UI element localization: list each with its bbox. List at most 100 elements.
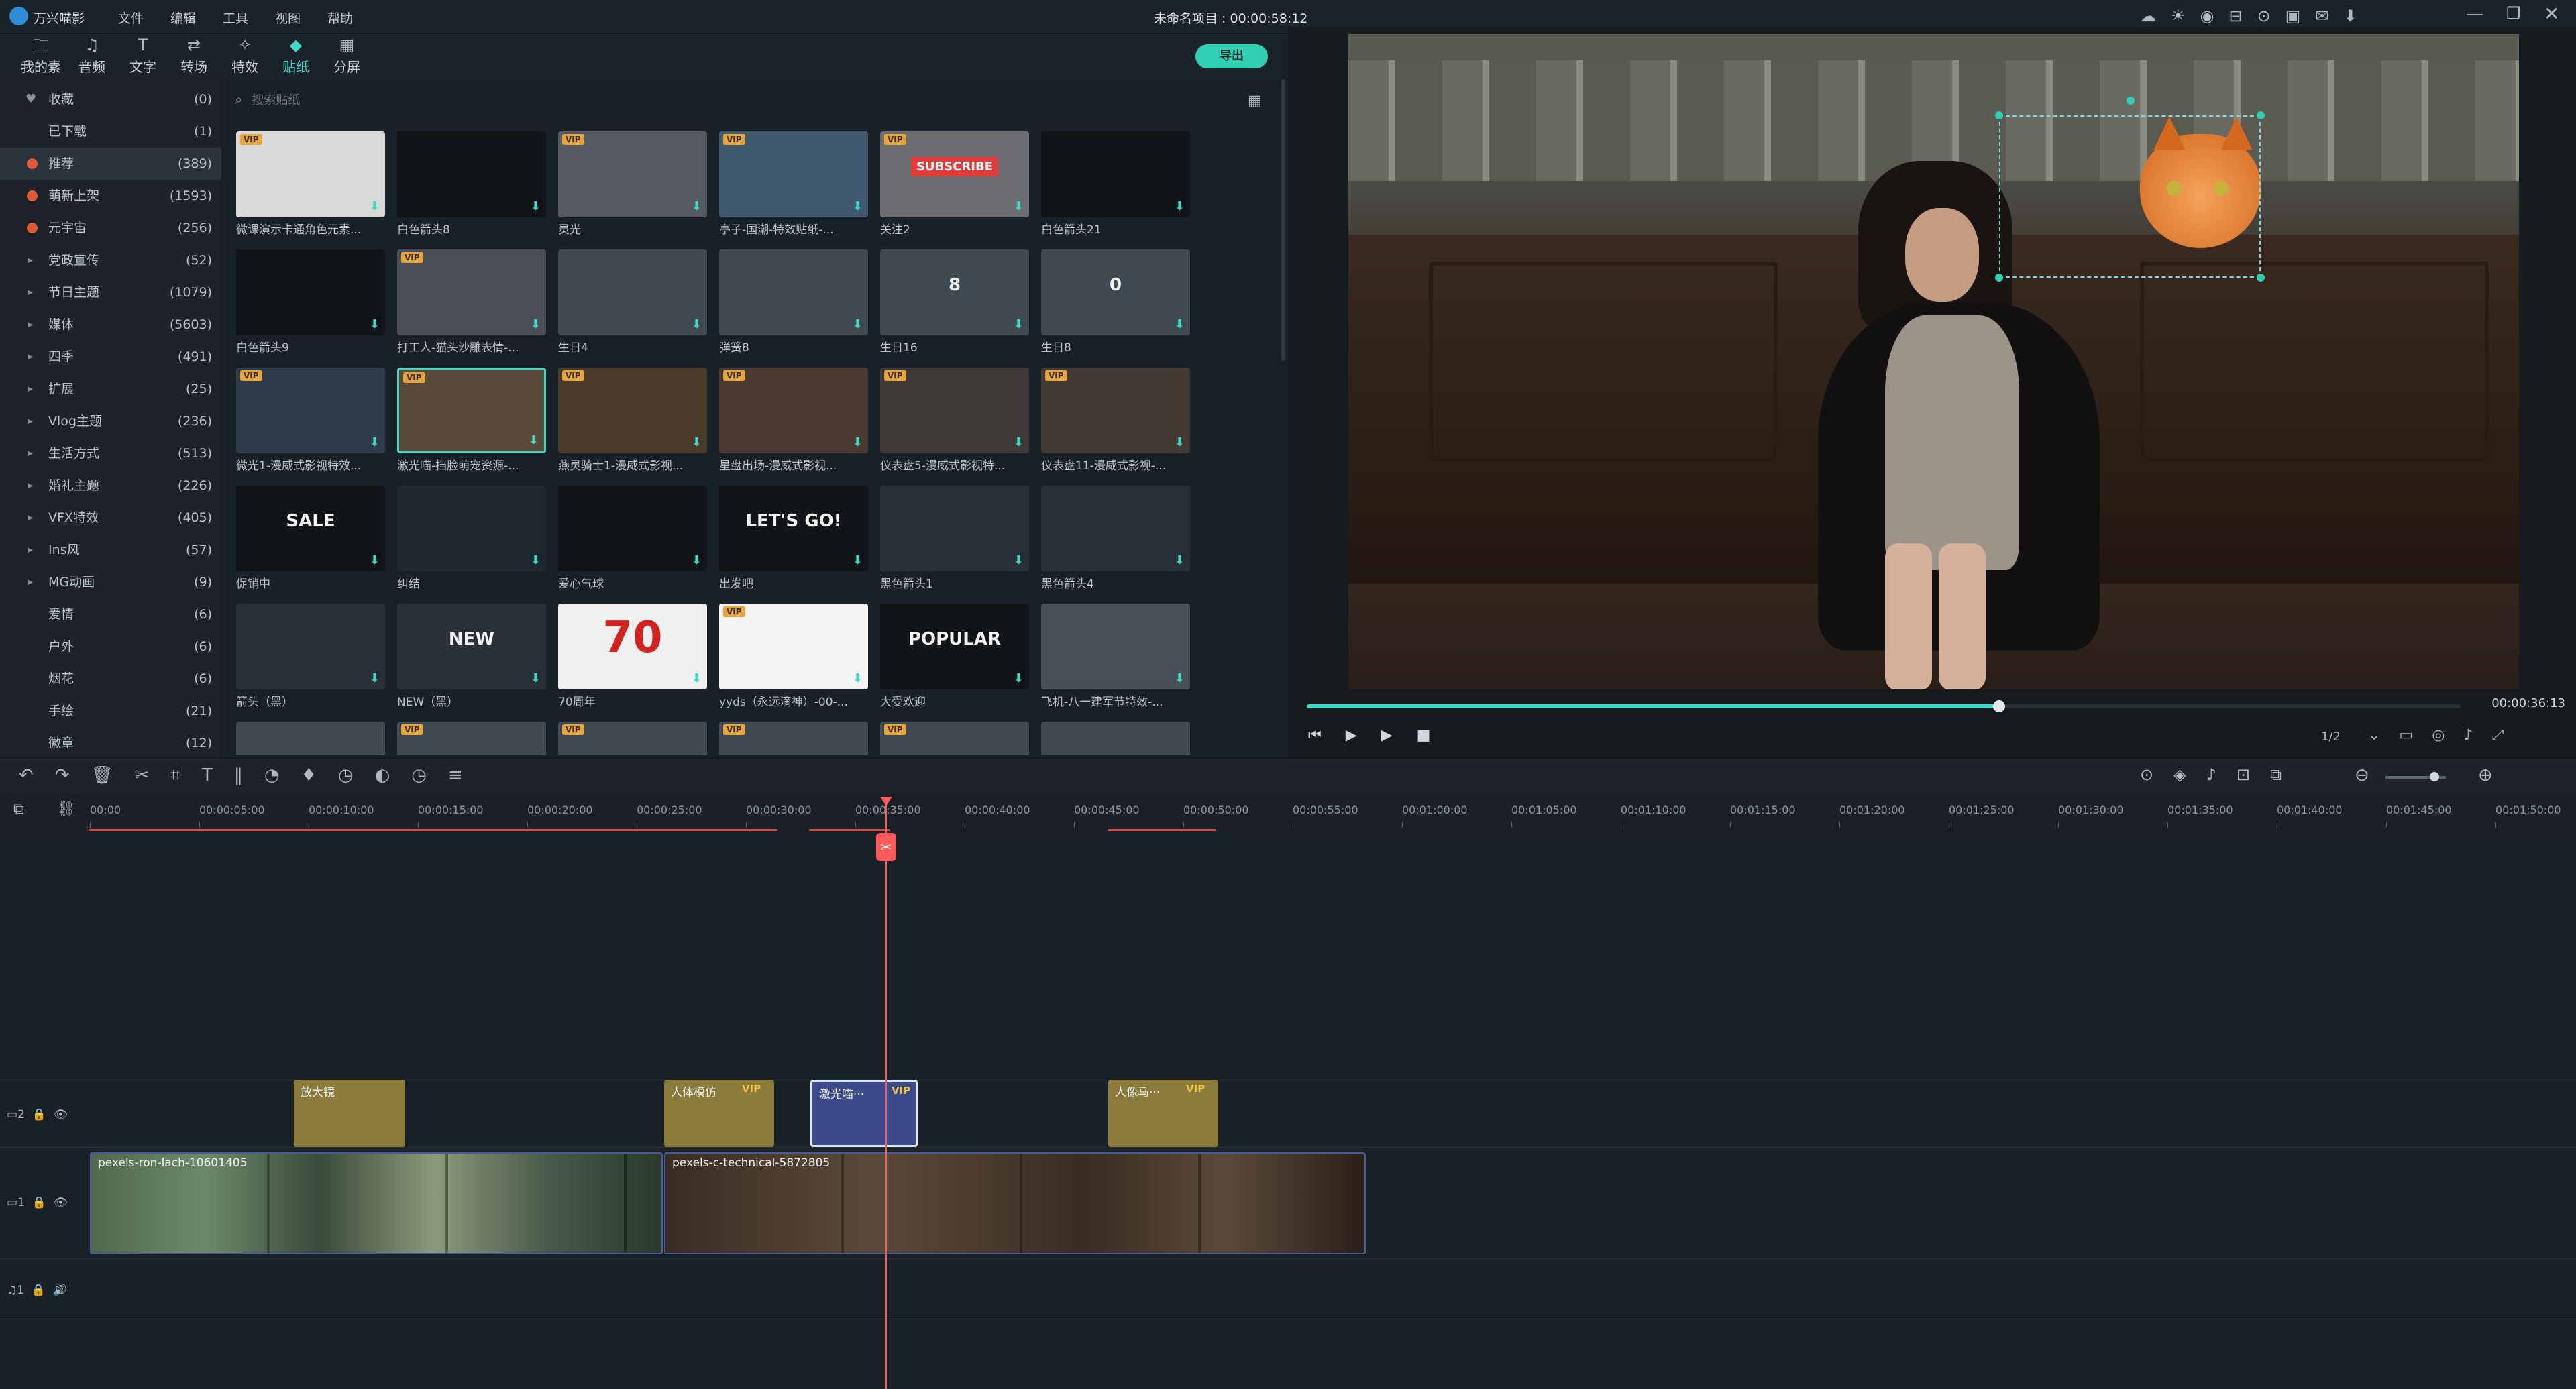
- category-item[interactable]: ▸ 扩展 (25): [0, 373, 221, 405]
- sticker-tile[interactable]: VIP⬇: [558, 131, 707, 217]
- download-icon[interactable]: ⬇: [370, 553, 380, 567]
- category-item[interactable]: 萌新上架 (1593): [0, 180, 221, 212]
- sticker-tile[interactable]: SUBSCRIBE VIP ⬇: [880, 131, 1029, 217]
- resize-handle[interactable]: [1995, 111, 2003, 119]
- sticker-tile[interactable]: VIP⬇: [1041, 368, 1190, 453]
- sticker-clip[interactable]: 放大镜: [294, 1080, 405, 1147]
- tab-folder[interactable]: 🗀我的素材: [15, 34, 67, 95]
- download-icon[interactable]: ⬇: [853, 435, 863, 449]
- download-icon[interactable]: ⬇: [1014, 435, 1024, 449]
- download-icon[interactable]: ⬇: [692, 553, 702, 567]
- category-item[interactable]: ▸ 四季 (491): [0, 341, 221, 373]
- sticker-tile[interactable]: VIP⬇: [397, 722, 546, 755]
- download-icon[interactable]: ⬇: [370, 199, 380, 213]
- resize-handle[interactable]: [2257, 111, 2265, 119]
- download-icon[interactable]: ⬇: [1175, 199, 1185, 213]
- sticker-tile[interactable]: ⬇: [1041, 722, 1190, 755]
- sticker-tile[interactable]: VIP⬇: [880, 722, 1029, 755]
- category-item[interactable]: ▸ 婚礼主题 (226): [0, 469, 221, 502]
- menu-item[interactable]: 帮助: [327, 9, 353, 27]
- sticker-tile[interactable]: ⬇: [236, 722, 385, 755]
- grid-view-icon[interactable]: ▦: [1248, 93, 1262, 109]
- sticker-tile[interactable]: ⬇: [719, 249, 868, 335]
- view-buttons[interactable]: ⌄▭◎♪⤢: [2368, 727, 2522, 744]
- sticker-tile[interactable]: VIP⬇: [558, 368, 707, 453]
- expand-arrow-icon[interactable]: ▸: [28, 373, 33, 405]
- sticker-tile[interactable]: POPULAR ⬇: [880, 604, 1029, 689]
- sticker-tile[interactable]: 8 ⬇: [880, 249, 1029, 335]
- sticker-tile[interactable]: VIP⬇: [719, 368, 868, 453]
- expand-arrow-icon[interactable]: ▸: [28, 309, 33, 341]
- download-icon[interactable]: ⬇: [370, 671, 380, 685]
- video-clip[interactable]: pexels-ron-lach-10601405: [90, 1152, 663, 1254]
- sticker-tile[interactable]: 70 ⬇: [558, 604, 707, 689]
- category-item[interactable]: ▸ VFX特效 (405): [0, 502, 221, 534]
- playhead[interactable]: [885, 798, 887, 1389]
- sticker-tile[interactable]: ⬇: [1041, 131, 1190, 217]
- category-item[interactable]: ♥ 收藏 (0): [0, 83, 221, 115]
- download-icon[interactable]: ⬇: [853, 317, 863, 331]
- expand-arrow-icon[interactable]: ▸: [28, 276, 33, 309]
- zoom-out-icon[interactable]: ⊖: [2355, 765, 2369, 785]
- sticker-tile[interactable]: 0 ⬇: [1041, 249, 1190, 335]
- sticker-tile[interactable]: ⬇: [1041, 486, 1190, 571]
- category-item[interactable]: 烟花 (6): [0, 663, 221, 695]
- expand-arrow-icon[interactable]: ▸: [28, 534, 33, 566]
- resize-handle[interactable]: [1995, 274, 2003, 282]
- sticker-tile[interactable]: VIP⬇: [880, 368, 1029, 453]
- sticker-tile[interactable]: ⬇: [558, 249, 707, 335]
- title-bar-icons[interactable]: ☁☀◉⊟⊙▣✉⬇: [2140, 7, 2372, 25]
- maximize-icon[interactable]: ❐: [2506, 4, 2521, 23]
- menu-item[interactable]: 编辑: [170, 9, 196, 27]
- sticker-clip[interactable]: 人体模仿 VIP: [664, 1080, 774, 1147]
- download-icon[interactable]: ⬇: [1014, 671, 1024, 685]
- sticker-tile[interactable]: VIP⬇: [719, 604, 868, 689]
- tab-split[interactable]: ▦ 分屏: [321, 34, 373, 79]
- sticker-tile[interactable]: ⬇: [397, 486, 546, 571]
- add-track-icon[interactable]: ⧉: [13, 801, 24, 818]
- download-icon[interactable]: ⬇: [370, 317, 380, 331]
- expand-arrow-icon[interactable]: ▸: [28, 405, 33, 437]
- zoom-in-icon[interactable]: ⊕: [2478, 765, 2493, 785]
- edit-tool-icons[interactable]: ↶↷🗑✂⌗T‖◔♦◷◐◷≡: [19, 765, 484, 786]
- category-item[interactable]: ▸ Vlog主题 (236): [0, 405, 221, 437]
- expand-arrow-icon[interactable]: ▸: [28, 244, 33, 276]
- category-item[interactable]: 已下载 (1): [0, 115, 221, 148]
- category-item[interactable]: ▸ 党政宣传 (52): [0, 244, 221, 276]
- category-item[interactable]: 元宇宙 (256): [0, 212, 221, 244]
- tab-text[interactable]: T 文字: [117, 34, 169, 79]
- zoom-slider[interactable]: [2385, 772, 2446, 781]
- video-track-header[interactable]: ▭1 🔒 👁: [7, 1196, 68, 1209]
- download-icon[interactable]: ⬇: [1014, 553, 1024, 567]
- sticker-tile[interactable]: VIP⬇: [719, 722, 868, 755]
- sticker-tile[interactable]: ⬇: [236, 249, 385, 335]
- tab-sticker[interactable]: ◆ 贴纸: [270, 34, 322, 79]
- sticker-tile[interactable]: ⬇: [1041, 604, 1190, 689]
- sticker-tile[interactable]: VIP⬇: [558, 722, 707, 755]
- category-item[interactable]: ▸ Ins风 (57): [0, 534, 221, 566]
- category-item[interactable]: 徽章 (12): [0, 727, 221, 759]
- split-scissors-icon[interactable]: ✂: [876, 833, 896, 861]
- category-item[interactable]: ▸ 生活方式 (513): [0, 437, 221, 469]
- sticker-tile[interactable]: ⬇: [236, 604, 385, 689]
- video-clip[interactable]: pexels-c-technical-5872805: [664, 1152, 1366, 1254]
- download-icon[interactable]: ⬇: [531, 199, 541, 213]
- sticker-tile[interactable]: VIP⬇: [236, 131, 385, 217]
- rotate-handle[interactable]: [2127, 97, 2135, 105]
- sticker-track-header[interactable]: ▭2 🔒 👁: [7, 1108, 68, 1121]
- resize-handle[interactable]: [2257, 274, 2265, 282]
- download-icon[interactable]: ⬇: [1175, 317, 1185, 331]
- category-item[interactable]: ▸ MG动画 (9): [0, 566, 221, 598]
- selection-box[interactable]: [1999, 115, 2261, 278]
- sticker-tile[interactable]: NEW ⬇: [397, 604, 546, 689]
- timeline-ruler[interactable]: ⧉ ⛓ 00:00 00:00:05:00 00:00:10:00 00:00:15:…: [0, 794, 2576, 832]
- expand-arrow-icon[interactable]: ▸: [28, 566, 33, 598]
- sticker-tile[interactable]: ⬇: [397, 131, 546, 217]
- category-item[interactable]: 户外 (6): [0, 630, 221, 663]
- zoom-slider-knob[interactable]: [2430, 772, 2439, 781]
- sticker-clip[interactable]: 人像马··· VIP: [1108, 1080, 1218, 1147]
- close-icon[interactable]: ✕: [2544, 3, 2559, 25]
- expand-arrow-icon[interactable]: ▸: [28, 469, 33, 502]
- category-item[interactable]: ▸ 节日主题 (1079): [0, 276, 221, 309]
- search-input[interactable]: 搜索贴纸: [252, 93, 300, 107]
